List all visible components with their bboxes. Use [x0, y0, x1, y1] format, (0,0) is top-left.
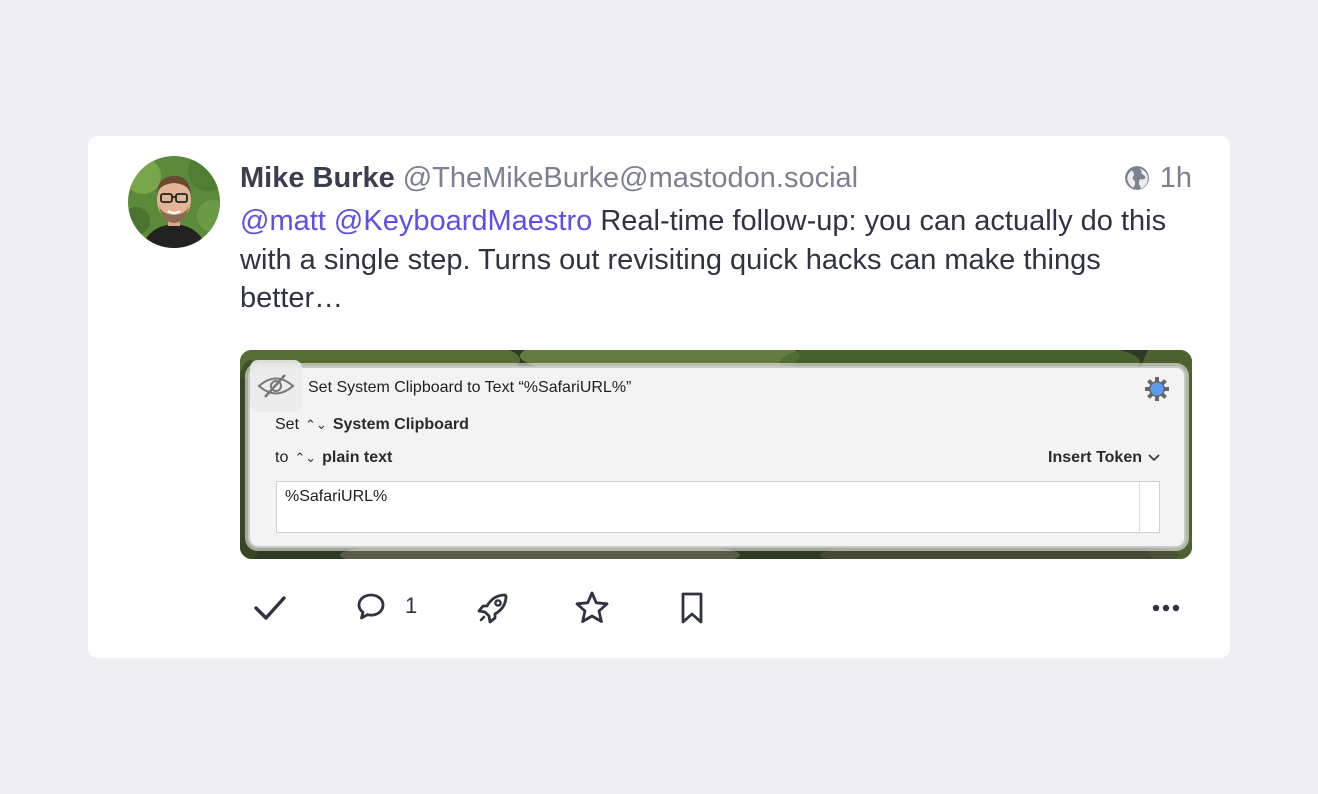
check-icon — [254, 596, 286, 620]
text-field-scrollbar — [1139, 482, 1159, 532]
post-content: @matt @KeyboardMaestro Real-time follow-… — [240, 202, 1200, 318]
set-label: Set — [275, 416, 300, 433]
reply-button[interactable]: 1 — [355, 590, 417, 622]
ellipsis-icon — [1152, 604, 1180, 612]
clipboard-target: System Clipboard — [332, 416, 469, 433]
post-card: Mike Burke @TheMikeBurke@mastodon.social… — [88, 136, 1230, 658]
favourite-button[interactable] — [574, 590, 610, 626]
insert-token-menu: Insert Token — [1048, 449, 1160, 467]
boost-button[interactable] — [475, 590, 511, 626]
up-down-chevron-icon: ⌃⌄ — [294, 450, 317, 465]
set-row: Set ⌃⌄ System Clipboard — [275, 416, 469, 434]
clipboard-text-field: %SafariURL% — [276, 481, 1160, 533]
bookmark-icon — [681, 592, 703, 624]
avatar-photo — [128, 156, 220, 248]
clipboard-text-value: %SafariURL% — [285, 488, 388, 505]
post-meta: 1h — [1124, 162, 1192, 195]
bookmark-button[interactable] — [676, 590, 708, 626]
mention-link[interactable]: @KeyboardMaestro — [334, 205, 592, 237]
action-title: Set System Clipboard to Text “%SafariURL… — [308, 379, 632, 396]
insert-token-label: Insert Token — [1048, 449, 1142, 466]
reply-bubble-icon — [357, 593, 385, 620]
to-row: to ⌃⌄ plain text — [275, 449, 392, 467]
rocket-icon — [477, 593, 508, 624]
check-button[interactable] — [252, 590, 288, 626]
globe-icon — [1124, 166, 1149, 190]
star-icon — [575, 591, 609, 623]
display-name[interactable]: Mike Burke — [240, 162, 395, 195]
mention-link[interactable]: @matt — [240, 205, 326, 237]
keyboard-maestro-action-panel: Set System Clipboard to Text “%SafariURL… — [248, 360, 1186, 548]
reply-count: 1 — [405, 593, 418, 618]
post-timestamp[interactable]: 1h — [1160, 162, 1192, 195]
gear-icon — [1144, 376, 1170, 407]
up-down-chevron-icon: ⌃⌄ — [305, 417, 327, 432]
eye-slash-icon — [250, 360, 302, 412]
to-label: to — [275, 449, 289, 466]
post-action-bar: 1 — [240, 584, 1192, 632]
avatar[interactable] — [128, 156, 220, 248]
post-header: Mike Burke @TheMikeBurke@mastodon.social… — [240, 160, 1192, 196]
account-handle[interactable]: @TheMikeBurke@mastodon.social — [403, 162, 858, 195]
more-options-button[interactable] — [1150, 590, 1182, 626]
chevron-down-icon — [1148, 454, 1160, 462]
media-attachment[interactable]: Set System Clipboard to Text “%SafariURL… — [240, 350, 1192, 559]
text-format: plain text — [322, 449, 393, 466]
